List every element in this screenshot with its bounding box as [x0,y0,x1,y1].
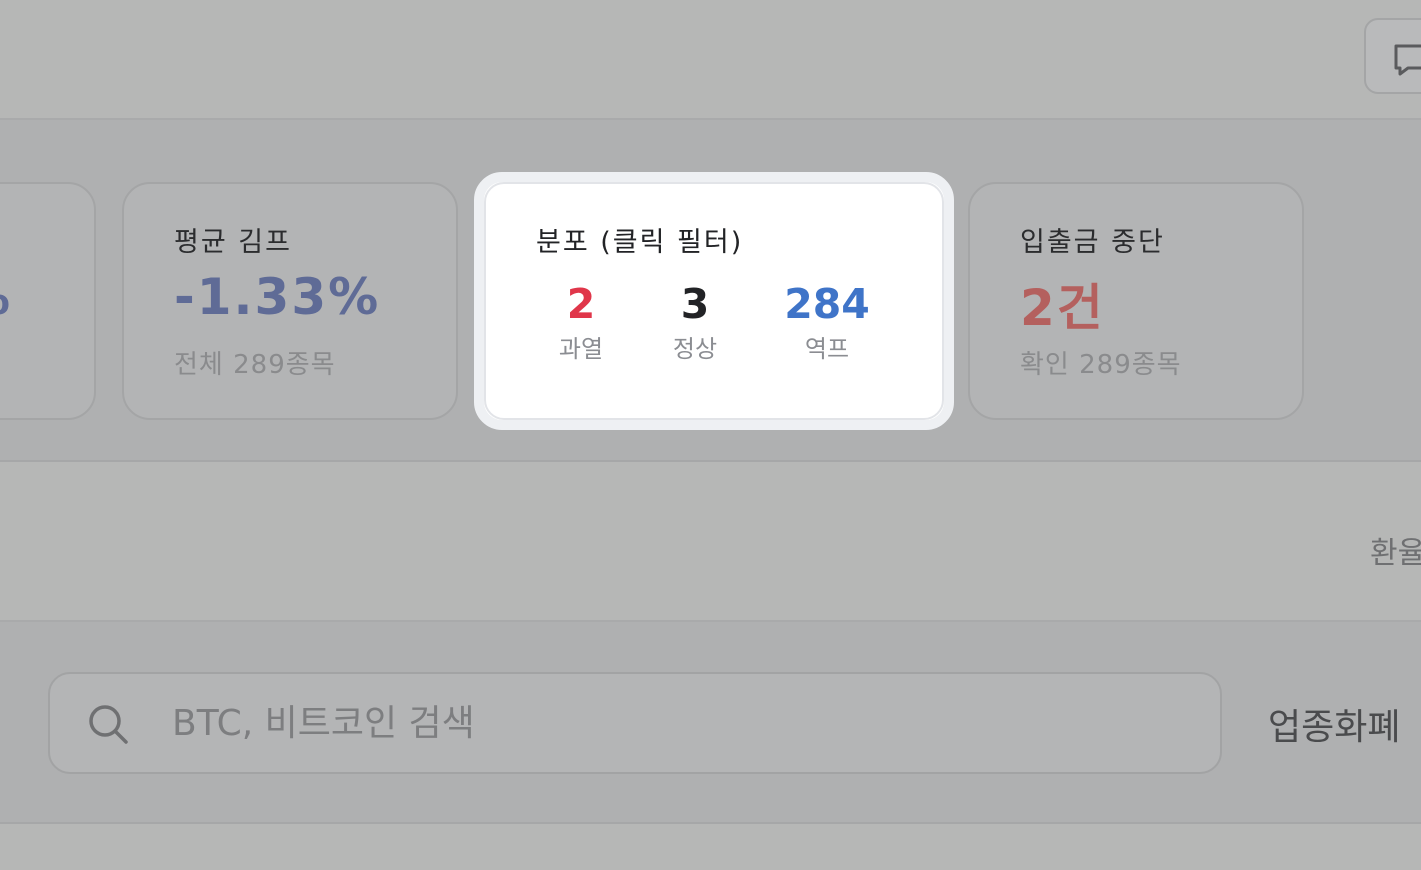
suspension-sub: 확인 289종목 [1020,350,1182,380]
filter-overheated[interactable]: 2 과열 [516,280,646,364]
page: % 0 평균 김프 -1.33% 전체 289종목 분포 (클릭 필터) 2 과… [0,0,1421,870]
avg-premium-sub: 전체 289종목 [174,350,336,380]
feedback-button[interactable] [1364,18,1421,94]
distribution-card: 분포 (클릭 필터) 2 과열 3 정상 284 역프 [474,172,954,430]
avg-premium-title: 평균 김프 [174,227,292,258]
top-bar [0,0,1421,120]
filter-normal[interactable]: 3 정상 [630,280,760,364]
avg-premium-value: -1.33% [174,268,381,326]
suspension-title: 입출금 중단 [1020,227,1165,258]
chat-bubble-icon [1392,42,1421,82]
sector-filter-button[interactable]: 업종화폐 [1268,698,1400,750]
reverse-label: 역프 [804,335,850,363]
suspension-value: 2건 [1020,279,1105,337]
stat-value: % [0,268,10,326]
overheated-count: 2 [566,280,596,328]
stat-card-partial[interactable]: % 0 [0,182,96,420]
rate-bar [0,462,1421,622]
search-input[interactable] [172,698,1172,748]
suspension-card[interactable]: 입출금 중단 2건 확인 289종목 [968,182,1304,420]
distribution-title: 분포 (클릭 필터) [536,227,744,258]
normal-label: 정상 [672,335,718,363]
search-icon [86,702,132,752]
filter-reverse[interactable]: 284 역프 [762,280,892,364]
normal-count: 3 [680,280,710,328]
avg-premium-card[interactable]: 평균 김프 -1.33% 전체 289종목 [122,182,458,420]
bottom-area [0,824,1421,870]
distribution-card-inner: 분포 (클릭 필터) 2 과열 3 정상 284 역프 [484,182,944,420]
search-box[interactable] [48,672,1222,774]
reverse-count: 284 [784,280,870,328]
overheated-label: 과열 [558,335,604,363]
exchange-rate-label: 환율 [1370,536,1421,571]
